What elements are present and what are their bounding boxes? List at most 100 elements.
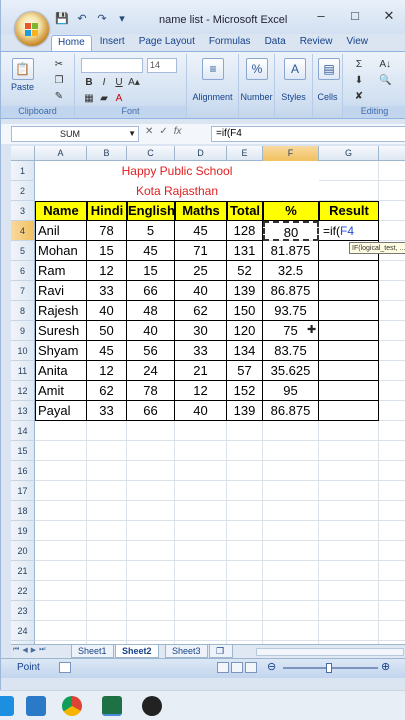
customize-qat-icon[interactable]: ▾ [115,12,129,25]
data-cell[interactable]: 35.625 [263,361,319,381]
row-header[interactable]: 7 [11,281,35,301]
tab-home[interactable]: Home [51,35,92,51]
row-header[interactable]: 4 [11,221,35,241]
sheet-tab-sheet3[interactable]: Sheet3 [165,645,208,658]
autosum-button[interactable]: Σ [353,58,365,72]
data-cell[interactable]: 52 [227,261,263,281]
row-header[interactable]: 15 [11,441,35,461]
number-button[interactable]: % [245,58,269,82]
find-select-icon[interactable]: 🔍 [379,74,391,88]
data-cell[interactable]: 12 [87,261,127,281]
row-header[interactable]: 8 [11,301,35,321]
first-sheet-icon[interactable]: ⏮ [13,646,19,654]
data-cell[interactable]: 81.875 [263,241,319,261]
data-cell[interactable]: 66 [127,401,175,421]
fill-icon[interactable]: ⬇ [353,74,365,88]
data-cell[interactable]: 139 [227,281,263,301]
data-cell[interactable]: 78 [87,221,127,241]
data-cell[interactable]: 32.5 [263,261,319,281]
data-cell[interactable]: 80 [263,221,319,241]
row-header[interactable]: 24 [11,621,35,641]
data-cell[interactable]: 21 [175,361,227,381]
result-cell[interactable] [319,401,379,421]
column-header[interactable]: C [127,146,175,161]
row-header[interactable]: 2 [11,181,35,201]
row-header[interactable]: 13 [11,401,35,421]
page-layout-view-icon[interactable] [231,662,243,673]
result-cell[interactable] [319,361,379,381]
sheet-tab-sheet1[interactable]: Sheet1 [71,645,114,658]
column-header[interactable]: E [227,146,263,161]
zoom-slider[interactable]: ⊖ ⊕ [263,660,393,673]
row-header[interactable]: 11 [11,361,35,381]
data-cell[interactable]: 139 [227,401,263,421]
row-header[interactable]: 17 [11,481,35,501]
cells-button[interactable]: ▤ [317,58,341,82]
data-cell[interactable]: Anita [35,361,87,381]
editing-cell[interactable]: =if(F4 [319,221,379,241]
row-header[interactable]: 20 [11,541,35,561]
data-cell[interactable]: 15 [127,261,175,281]
column-header[interactable]: B [87,146,127,161]
row-header[interactable]: 10 [11,341,35,361]
macro-record-icon[interactable] [59,662,71,673]
header-cell[interactable]: Hindi [87,201,127,221]
sort-filter-button[interactable]: A↓ [379,58,391,72]
data-cell[interactable]: 131 [227,241,263,261]
cancel-formula-button[interactable]: ✕ [145,126,153,137]
row-header[interactable]: 6 [11,261,35,281]
data-cell[interactable]: 93.75 [263,301,319,321]
data-cell[interactable]: 25 [175,261,227,281]
close-icon[interactable]: ✕ [372,8,405,24]
normal-view-icon[interactable] [217,662,229,673]
font-name-select[interactable] [81,58,143,73]
data-cell[interactable]: 12 [175,381,227,401]
column-header[interactable]: A [35,146,87,161]
data-cell[interactable]: 86.875 [263,281,319,301]
zoom-knob[interactable] [326,663,332,673]
header-cell[interactable]: Result [319,201,379,221]
row-header[interactable]: 1 [11,161,35,181]
chrome-icon[interactable] [62,696,82,716]
office-button[interactable] [15,12,49,46]
result-cell[interactable] [319,281,379,301]
data-cell[interactable]: 150 [227,301,263,321]
edge-icon[interactable] [0,696,14,716]
borders-icon[interactable]: ▦ [83,92,95,106]
result-cell[interactable] [319,321,379,341]
data-cell[interactable]: 24 [127,361,175,381]
maximize-icon[interactable]: □ [338,8,372,24]
insert-function-button[interactable]: fx [174,126,182,137]
data-cell[interactable]: 78 [127,381,175,401]
tab-data[interactable]: Data [259,35,292,51]
row-header[interactable]: 12 [11,381,35,401]
alignment-button[interactable]: ≡ [191,58,235,82]
data-cell[interactable]: 30 [175,321,227,341]
data-cell[interactable]: 95 [263,381,319,401]
select-all-corner[interactable] [11,146,35,161]
zoom-out-icon[interactable]: ⊖ [267,660,276,673]
italic-button[interactable]: I [98,76,110,90]
data-cell[interactable]: 45 [87,341,127,361]
data-cell[interactable]: 48 [127,301,175,321]
header-cell[interactable]: Total [227,201,263,221]
header-cell[interactable]: Maths [175,201,227,221]
tab-page-layout[interactable]: Page Layout [133,35,201,51]
data-cell[interactable]: 40 [175,401,227,421]
font-color-button[interactable]: A [113,92,125,106]
row-header[interactable]: 19 [11,521,35,541]
data-cell[interactable]: 40 [127,321,175,341]
save-icon[interactable]: 💾 [55,12,69,25]
result-cell[interactable] [319,261,379,281]
undo-icon[interactable]: ↶ [75,12,89,25]
row-header[interactable]: 3 [11,201,35,221]
header-cell[interactable]: English [127,201,175,221]
underline-button[interactable]: U [113,76,125,90]
font-size-select[interactable]: 14 [147,58,177,73]
data-cell[interactable]: 83.75 [263,341,319,361]
data-cell[interactable]: 33 [87,281,127,301]
data-cell[interactable]: 15 [87,241,127,261]
result-cell[interactable] [319,301,379,321]
data-cell[interactable]: 5 [127,221,175,241]
data-cell[interactable]: 120 [227,321,263,341]
